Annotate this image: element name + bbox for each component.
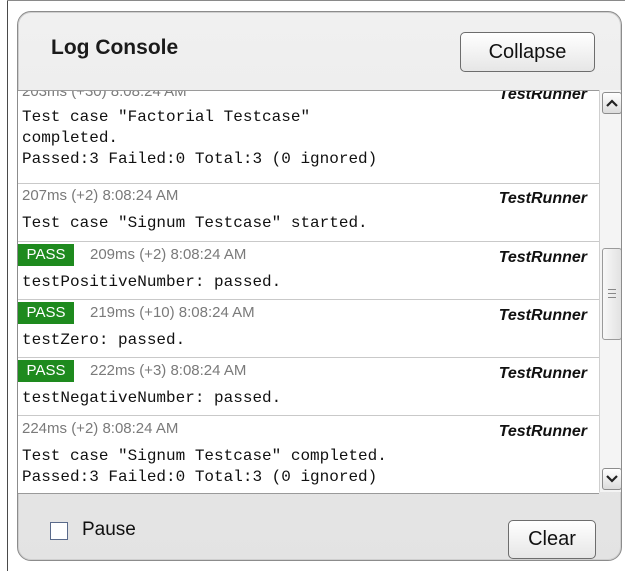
entry-message: testNegativeNumber: passed.	[22, 389, 282, 407]
log-entry: 207ms (+2) 8:08:24 AM TestRunner Test ca…	[18, 183, 599, 242]
scroll-thumb[interactable]	[602, 248, 621, 340]
vertical-scrollbar[interactable]	[599, 90, 621, 492]
log-entry: PASS 219ms (+10) 8:08:24 AM TestRunner t…	[18, 300, 599, 358]
chevron-down-icon	[606, 475, 618, 483]
entry-timestamp: 207ms (+2) 8:08:24 AM	[22, 187, 179, 204]
entry-timestamp: 219ms (+10) 8:08:24 AM	[90, 304, 255, 321]
entry-meta-row: 224ms (+2) 8:08:24 AM TestRunner	[18, 416, 599, 440]
entry-timestamp: 222ms (+3) 8:08:24 AM	[90, 362, 247, 379]
entry-message: testZero: passed.	[22, 331, 186, 349]
entry-timestamp: 209ms (+2) 8:08:24 AM	[90, 246, 247, 263]
entry-source: TestRunner	[498, 90, 587, 103]
entry-source: TestRunner	[498, 423, 587, 440]
log-entry: 224ms (+2) 8:08:24 AM TestRunner Test ca…	[18, 416, 599, 493]
clear-button[interactable]: Clear	[508, 520, 596, 559]
log-entry: PASS 209ms (+2) 8:08:24 AM TestRunner te…	[18, 242, 599, 300]
pause-checkbox[interactable]	[50, 522, 68, 540]
chevron-up-icon	[606, 99, 618, 107]
entry-timestamp: 224ms (+2) 8:08:24 AM	[22, 420, 179, 437]
log-entry: 203ms (+30) 8:08:24 AM TestRunner Test c…	[18, 90, 599, 184]
entry-source: TestRunner	[498, 307, 587, 324]
pass-badge: PASS	[18, 302, 74, 324]
window-edge	[7, 0, 8, 571]
collapse-button[interactable]: Collapse	[460, 32, 595, 72]
log-console: Log Console Collapse 203ms (+30) 8:08:24…	[17, 11, 622, 561]
scroll-up-button[interactable]	[602, 92, 621, 114]
entry-message: Test case "Factorial Testcase" completed…	[22, 108, 378, 168]
console-header: Log Console Collapse	[18, 12, 621, 90]
log-entry: PASS 222ms (+3) 8:08:24 AM TestRunner te…	[18, 358, 599, 416]
grip-line	[608, 293, 616, 294]
console-title: Log Console	[51, 36, 179, 59]
window-top-edge	[7, 0, 625, 1]
log-entries[interactable]: 203ms (+30) 8:08:24 AM TestRunner Test c…	[18, 90, 599, 494]
entry-meta-row: PASS 219ms (+10) 8:08:24 AM TestRunner	[18, 300, 599, 324]
console-footer: Pause Clear	[18, 493, 621, 560]
entry-source: TestRunner	[498, 190, 587, 207]
pass-badge: PASS	[18, 244, 74, 266]
pause-label: Pause	[82, 519, 136, 540]
entry-timestamp: 203ms (+30) 8:08:24 AM	[22, 90, 187, 100]
entry-meta-row: 203ms (+30) 8:08:24 AM TestRunner	[18, 90, 599, 103]
entry-source: TestRunner	[498, 249, 587, 266]
entry-meta-row: PASS 222ms (+3) 8:08:24 AM TestRunner	[18, 358, 599, 382]
entry-message: Test case "Signum Testcase" completed. P…	[22, 447, 387, 486]
entry-meta-row: PASS 209ms (+2) 8:08:24 AM TestRunner	[18, 242, 599, 266]
entry-message: Test case "Signum Testcase" started.	[22, 214, 368, 232]
scroll-down-button[interactable]	[602, 468, 621, 490]
grip-line	[608, 289, 616, 290]
pass-badge: PASS	[18, 360, 74, 382]
entry-meta-row: 207ms (+2) 8:08:24 AM TestRunner	[18, 183, 599, 207]
entry-message: testPositiveNumber: passed.	[22, 273, 282, 291]
grip-line	[608, 297, 616, 298]
entry-source: TestRunner	[498, 365, 587, 382]
